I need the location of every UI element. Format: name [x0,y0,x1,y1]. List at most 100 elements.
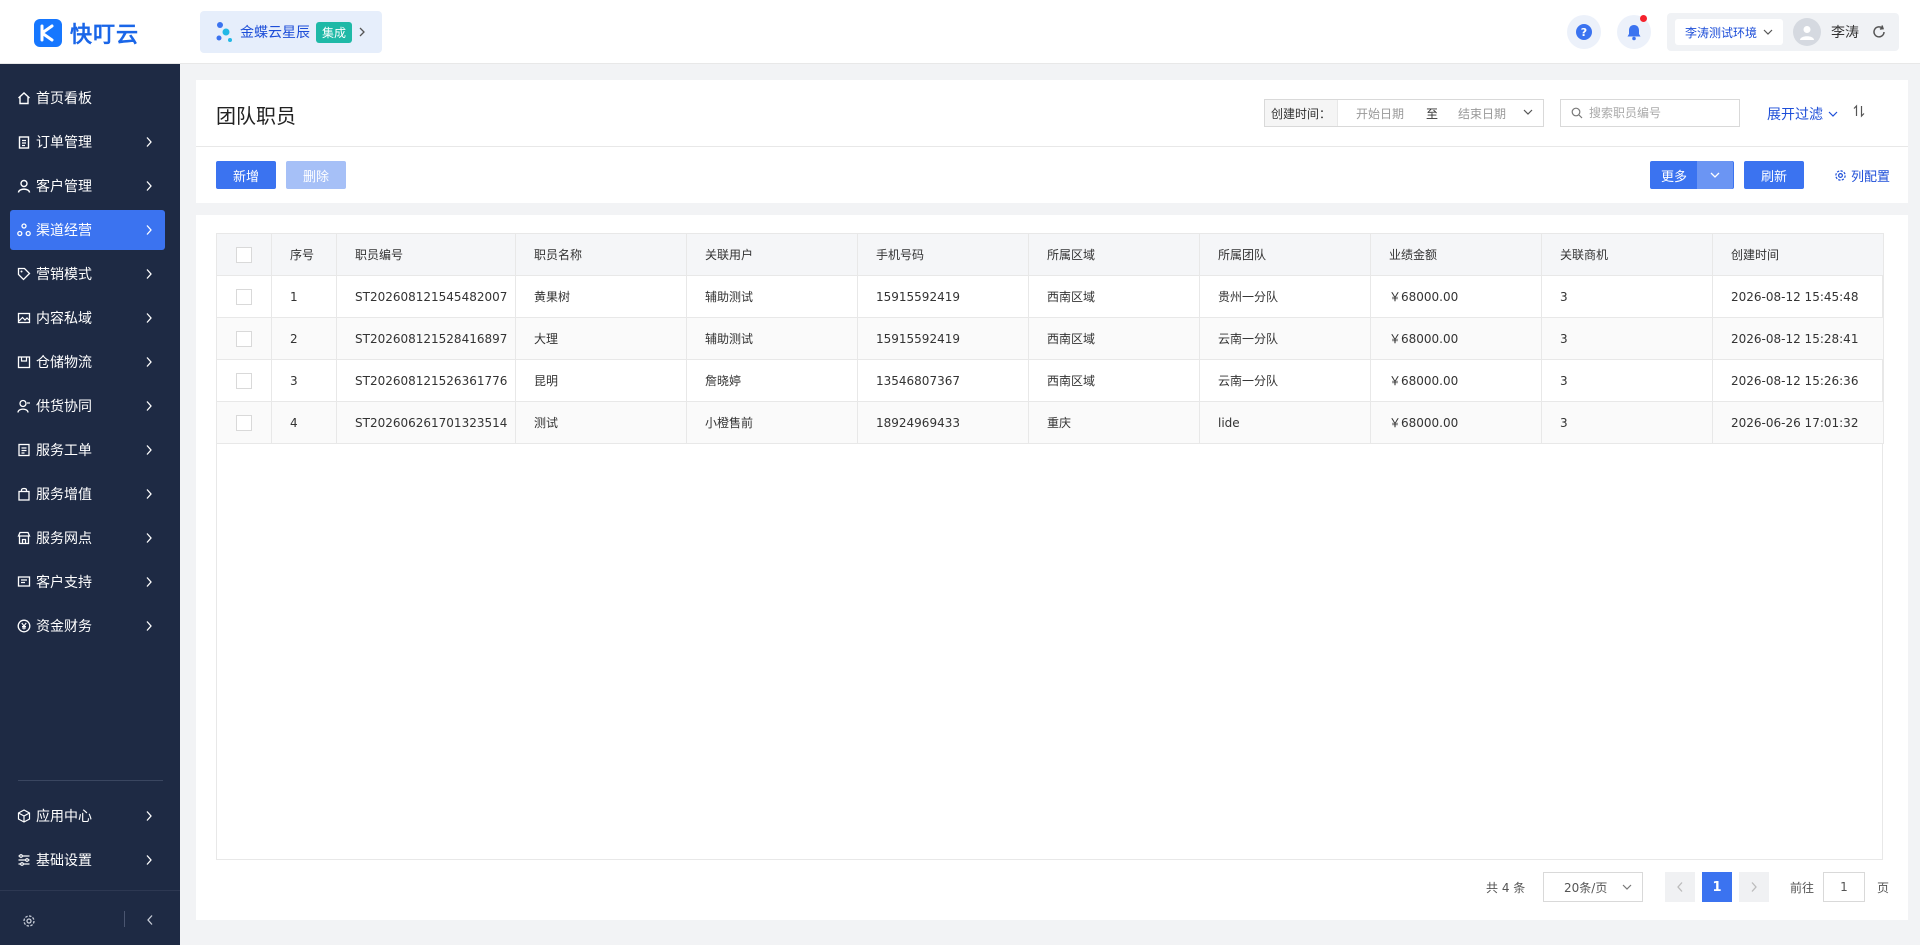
more-dropdown-button[interactable]: 更多 [1650,161,1734,189]
sidebar-item-label: 订单管理 [36,135,92,151]
table-cell: 昆明 [515,359,687,402]
chevron-down-icon [1763,29,1773,35]
user-avatar-icon [1800,26,1815,40]
table-cell: 辅助测试 [686,275,858,318]
table-row[interactable]: 3 ST202608121526361776 昆明 詹晓婷 1354680736… [216,359,1884,402]
sidebar-item-content[interactable]: 内容私域 [10,298,165,338]
sidebar-item-channel[interactable]: 渠道经营 [10,210,165,250]
integration-brand-switch[interactable]: 金蝶云星辰 集成 [200,11,383,53]
select-all-checkbox[interactable] [236,246,252,263]
column-header[interactable]: 关联用户 [686,233,858,276]
sidebar-item-label: 客户管理 [36,179,92,195]
table-row[interactable]: 2 ST202608121528416897 大理 辅助测试 159155924… [216,317,1884,360]
expand-filter-toggle[interactable]: 展开过滤 [1767,104,1838,124]
box-icon [16,354,32,370]
page-size-select[interactable]: 20条/页 [1543,872,1643,902]
notification-button[interactable] [1617,15,1651,49]
sidebar-item-label: 基础设置 [36,853,92,869]
sidebar-item-app-center[interactable]: 应用中心 [10,796,165,836]
sidebar-item-warehouse[interactable]: 仓储物流 [10,342,165,382]
date-range-separator: 至 [1426,106,1439,121]
sidebar-item-value-added[interactable]: 服务增值 [10,474,165,514]
row-checkbox[interactable] [236,330,252,347]
sidebar-item-label: 服务工单 [36,443,92,459]
chevron-right-icon [146,313,152,323]
created-date-range-picker[interactable]: 创建时间： 开始日期 至 结束日期 [1264,99,1544,127]
sidebar-footer-divider [0,890,180,891]
chevron-right-icon [359,27,365,37]
sidebar-item-customers[interactable]: 客户管理 [10,166,165,206]
settings-gear-icon[interactable] [22,914,36,932]
table-cell: 2026-08-12 15:45:48 [1712,275,1884,318]
page-title: 团队职员 [216,104,296,128]
column-header[interactable]: 关联商机 [1541,233,1713,276]
sidebar-item-label: 仓储物流 [36,355,92,371]
cube-icon [16,808,32,824]
delete-button[interactable]: 删除 [286,161,346,189]
search-input[interactable] [1589,106,1729,120]
sidebar-item-supply[interactable]: 供货协同 [10,386,165,426]
goto-page-input[interactable] [1823,872,1865,902]
column-header[interactable]: 序号 [271,233,337,276]
tag-icon [16,266,32,282]
environment-select[interactable]: 李涛测试环境 [1675,19,1784,45]
column-header[interactable]: 手机号码 [857,233,1029,276]
end-date-input[interactable]: 结束日期 [1458,105,1506,122]
table-cell: 18924969433 [857,401,1029,444]
column-header[interactable]: 创建时间 [1712,233,1884,276]
user-icon [16,178,32,194]
notification-dot [1640,15,1647,22]
row-checkbox[interactable] [236,288,252,305]
chevron-right-icon [146,225,152,235]
chevron-right-icon [146,181,152,191]
channel-icon [16,222,32,238]
sidebar-divider [18,780,163,781]
column-header[interactable]: 所属团队 [1199,233,1371,276]
table-row[interactable]: 1 ST202608121545482007 黄果树 辅助测试 15915592… [216,275,1884,318]
sidebar-item-dashboard[interactable]: 首页看板 [10,78,165,118]
table-row[interactable]: 4 ST202606261701323514 测试 小橙售前 189249694… [216,401,1884,444]
sidebar-item-label: 供货协同 [36,399,92,415]
refresh-button[interactable]: 刷新 [1744,161,1804,189]
column-header[interactable]: 业绩金额 [1370,233,1542,276]
table-cell: 重庆 [1028,401,1200,444]
row-select-cell [216,275,272,318]
start-date-input[interactable]: 开始日期 [1356,105,1404,122]
column-header[interactable]: 所属区域 [1028,233,1200,276]
sort-icon[interactable] [1853,104,1865,122]
sidebar-item-marketing[interactable]: 营销模式 [10,254,165,294]
app-logo[interactable]: 快叮云 [34,17,139,49]
sidebar-item-service-tickets[interactable]: 服务工单 [10,430,165,470]
table-panel: 序号 职员编号 职员名称 关联用户 手机号码 所属区域 所属团队 业绩金额 关联… [196,215,1908,920]
switch-refresh-icon[interactable] [1871,24,1887,40]
table-cell: 詹晓婷 [686,359,858,402]
column-header[interactable]: 职员编号 [336,233,516,276]
logo-badge-icon [34,19,62,47]
next-page-button[interactable] [1739,872,1769,902]
table-cell: 西南区域 [1028,317,1200,360]
sidebar-item-label: 应用中心 [36,809,92,825]
page-number-button[interactable]: 1 [1702,872,1732,902]
table-cell: 3 [271,359,337,402]
avatar[interactable] [1793,18,1822,46]
collapse-sidebar-icon[interactable] [146,914,154,930]
chevron-right-icon [146,577,152,587]
row-checkbox[interactable] [236,414,252,431]
column-config-button[interactable]: 列配置 [1834,166,1890,185]
sidebar-item-orders[interactable]: 订单管理 [10,122,165,162]
prev-page-button[interactable] [1665,872,1695,902]
row-select-cell [216,359,272,402]
sidebar-item-service-outlets[interactable]: 服务网点 [10,518,165,558]
sidebar-item-customer-support[interactable]: 客户支持 [10,562,165,602]
employee-table: 序号 职员编号 职员名称 关联用户 手机号码 所属区域 所属团队 业绩金额 关联… [216,233,1884,444]
column-header[interactable]: 职员名称 [515,233,687,276]
user-name[interactable]: 李涛 [1831,22,1859,42]
row-checkbox[interactable] [236,372,252,389]
help-button[interactable]: ? [1567,15,1601,49]
add-button[interactable]: 新增 [216,161,276,189]
sidebar-item-finance[interactable]: 资金财务 [10,606,165,646]
chevron-right-icon [146,401,152,411]
goto-label: 前往 [1790,881,1815,895]
pagination-total: 共 4 条 [1486,881,1526,895]
sidebar-item-basic-settings[interactable]: 基础设置 [10,840,165,880]
